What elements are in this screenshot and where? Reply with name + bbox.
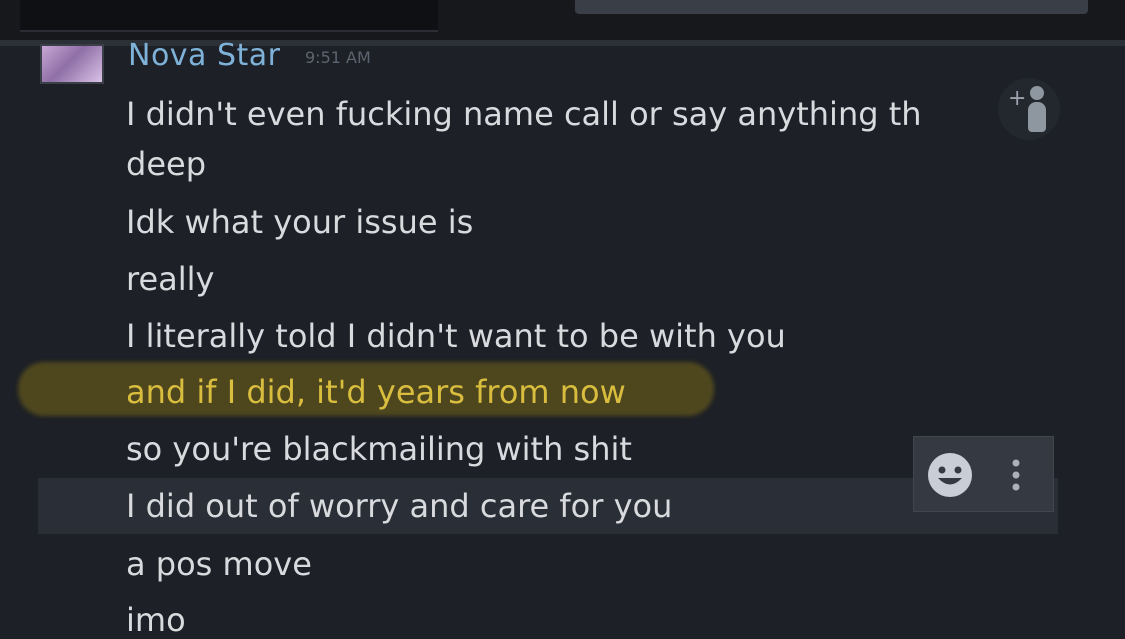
plus-icon: +: [1008, 86, 1027, 111]
message-line: so you're blackmailing with shit: [126, 430, 632, 468]
message-line-highlighted: and if I did, it'd years from now: [126, 373, 626, 411]
previous-message-block: [20, 0, 438, 32]
message-actions-toolbar: [913, 436, 1054, 512]
message-line: really: [126, 260, 215, 298]
person-icon-head: [1030, 86, 1044, 100]
message-line: I literally told I didn't want to be wit…: [126, 317, 786, 355]
message-line: a pos move: [126, 545, 312, 583]
message-line: deep: [126, 145, 206, 183]
message-line: Idk what your issue is: [126, 203, 474, 241]
previous-embed-block: [575, 0, 1088, 14]
message-line: I did out of worry and care for you: [126, 487, 673, 525]
more-options-button[interactable]: [1004, 451, 1028, 499]
previous-message-area: [0, 0, 1125, 40]
more-options-icon: [1012, 459, 1020, 491]
emoji-icon: [928, 453, 972, 497]
message-line: I didn't even fucking name call or say a…: [126, 95, 922, 133]
add-friend-button[interactable]: +: [998, 78, 1060, 140]
emoji-reaction-button[interactable]: [926, 451, 974, 499]
message-timestamp: 9:51 AM: [305, 48, 371, 67]
message-line: imo: [126, 601, 186, 639]
avatar[interactable]: [40, 44, 104, 84]
person-icon-body: [1028, 102, 1046, 132]
username[interactable]: Nova Star: [128, 38, 281, 73]
